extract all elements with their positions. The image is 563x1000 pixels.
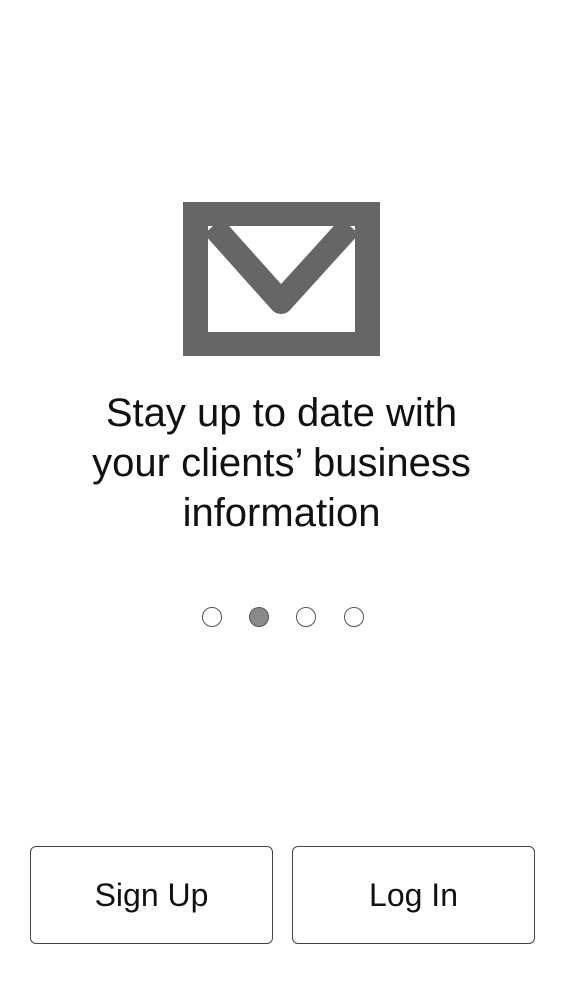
- envelope-icon: [183, 202, 380, 356]
- page-indicator: [0, 606, 563, 632]
- sign-up-button[interactable]: Sign Up: [30, 846, 273, 944]
- log-in-label: Log In: [369, 876, 458, 913]
- headline-line-3: information: [182, 491, 381, 535]
- sign-up-label: Sign Up: [94, 876, 209, 913]
- log-in-button[interactable]: Log In: [292, 846, 535, 944]
- onboarding-headline: Stay up to date with your clients’ busin…: [40, 388, 523, 538]
- page-dot-2-active[interactable]: [249, 607, 269, 627]
- page-dot-4[interactable]: [344, 607, 364, 627]
- page-dot-3[interactable]: [296, 607, 316, 627]
- headline-line-1: Stay up to date with: [105, 391, 458, 435]
- headline-line-2: your clients’ business: [92, 441, 471, 485]
- page-dot-1[interactable]: [202, 607, 222, 627]
